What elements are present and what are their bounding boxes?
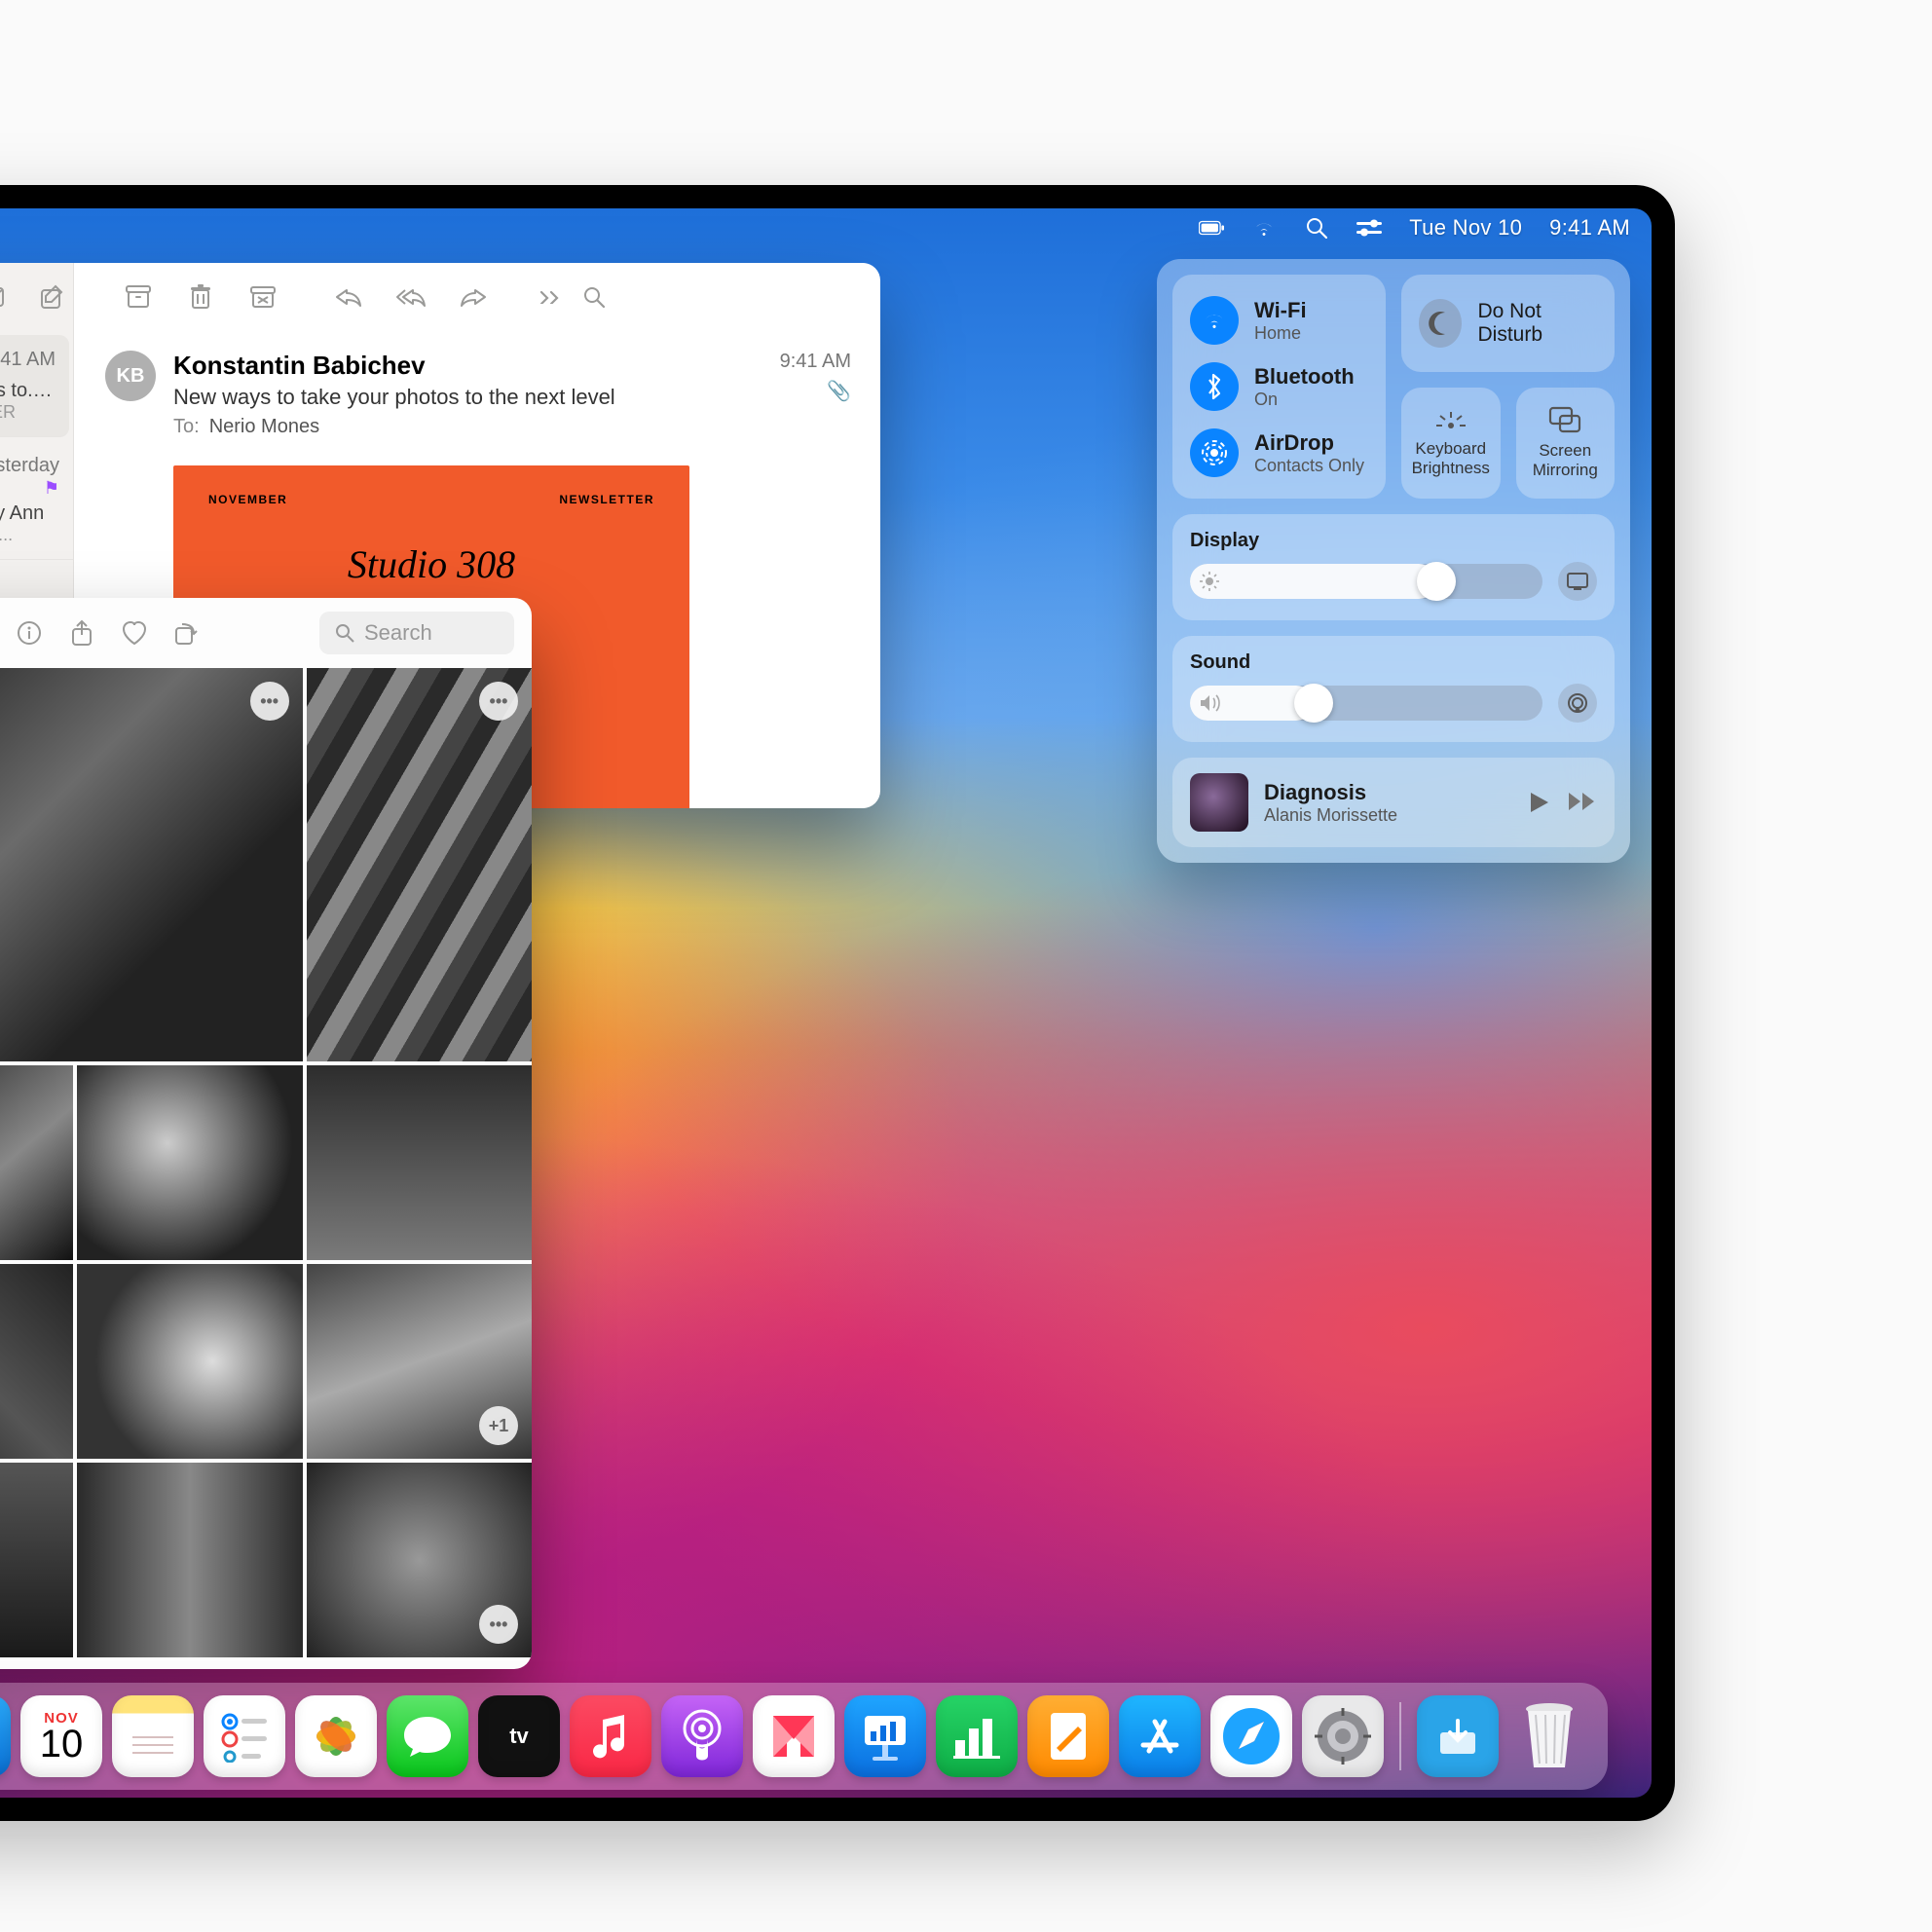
dock-app-appletv[interactable]: tv (478, 1695, 560, 1777)
photo-thumbnail[interactable] (0, 1065, 73, 1260)
photos-toolbar: Search (0, 598, 532, 668)
info-icon[interactable] (6, 610, 53, 656)
menubar-time[interactable]: 9:41 AM (1549, 215, 1630, 241)
display-slider[interactable] (1190, 564, 1542, 599)
message-time: 9:41 AM (780, 351, 851, 373)
to-name: Nerio Mones (209, 416, 319, 437)
inbox-icon[interactable] (0, 276, 12, 318)
dock-downloads[interactable] (1417, 1695, 1499, 1777)
dock-app-safari[interactable] (1210, 1695, 1292, 1777)
spotlight-icon[interactable] (1304, 215, 1329, 241)
dock-app-notes[interactable] (112, 1695, 194, 1777)
dock-app-photos[interactable] (295, 1695, 377, 1777)
from-name: Konstantin Babichev (173, 351, 615, 381)
newsletter-brand: Studio 308 (208, 541, 654, 587)
menubar-date[interactable]: Tue Nov 10 (1409, 215, 1522, 241)
dock-app-finder[interactable] (0, 1695, 11, 1777)
dock-app-appstore[interactable] (1119, 1695, 1201, 1777)
screen-mirroring-button[interactable]: Screen Mirroring (1516, 388, 1616, 499)
volume-icon (1200, 694, 1221, 712)
dock-separator (1399, 1702, 1401, 1770)
mail-header: KB Konstantin Babichev New ways to take … (105, 351, 849, 438)
sound-tile: Sound (1172, 636, 1615, 742)
photo-thumbnail[interactable] (77, 1065, 302, 1260)
dock-app-keynote[interactable] (844, 1695, 926, 1777)
compose-icon[interactable] (31, 276, 74, 318)
brightness-icon (1200, 572, 1219, 591)
photo-thumbnail[interactable] (307, 1065, 532, 1260)
device-frame: Tue Nov 10 9:41 AM (0, 185, 1675, 1821)
dnd-toggle[interactable]: Do Not Disturb (1401, 275, 1615, 372)
menubar: Tue Nov 10 9:41 AM (0, 208, 1652, 247)
control-center-icon[interactable] (1356, 215, 1382, 241)
dock-app-numbers[interactable] (936, 1695, 1018, 1777)
display-tile: Display (1172, 514, 1615, 620)
search-placeholder: Search (364, 620, 432, 646)
photo-thumbnail[interactable] (0, 1463, 73, 1657)
next-track-icon[interactable] (1568, 791, 1597, 814)
dock-app-messages[interactable] (387, 1695, 468, 1777)
photo-thumbnail[interactable] (77, 1264, 302, 1459)
airplay-audio-icon[interactable] (1558, 684, 1597, 723)
keyboard-brightness-button[interactable]: Keyboard Brightness (1401, 388, 1501, 499)
bluetooth-icon (1190, 362, 1239, 411)
more-options-icon[interactable]: ••• (479, 1605, 518, 1644)
dock-app-music[interactable] (570, 1695, 651, 1777)
photo-thumbnail[interactable]: ••• (0, 668, 303, 1061)
connectivity-tile: Wi-FiHome BluetoothOn AirDropContacts On… (1172, 275, 1386, 499)
keyboard-brightness-icon (1434, 408, 1468, 431)
track-artist: Alanis Morissette (1264, 805, 1397, 826)
sender-avatar[interactable]: KB (105, 351, 156, 401)
photo-thumbnail[interactable] (0, 1264, 73, 1459)
dock[interactable]: NOV 10 tv (0, 1683, 1608, 1790)
battery-icon[interactable] (1199, 215, 1224, 241)
photos-grid: ••• ••• +1 ••• (0, 668, 532, 1657)
dock-app-calendar[interactable]: NOV 10 (20, 1695, 102, 1777)
moon-icon (1419, 299, 1462, 348)
subject-line: New ways to take your photos to the next… (173, 385, 615, 410)
control-center[interactable]: Wi-FiHome BluetoothOn AirDropContacts On… (1157, 259, 1630, 863)
photo-thumbnail[interactable]: ••• (307, 668, 532, 1061)
wifi-toggle[interactable]: Wi-FiHome (1190, 296, 1368, 345)
more-count-badge[interactable]: +1 (479, 1406, 518, 1445)
photo-thumbnail[interactable]: +1 (307, 1264, 532, 1459)
message-timestamp: 9:41 AM (0, 349, 56, 374)
small-controls-row: Keyboard Brightness Screen Mirroring (1401, 388, 1615, 499)
dock-app-podcasts[interactable] (661, 1695, 743, 1777)
dock-app-settings[interactable] (1302, 1695, 1384, 1777)
now-playing-tile[interactable]: Diagnosis Alanis Morissette (1172, 758, 1615, 847)
airdrop-icon (1190, 428, 1239, 477)
share-icon[interactable] (58, 610, 105, 656)
photos-window[interactable]: Search ••• ••• +1 (0, 598, 532, 1669)
flag-icon: ⚑ (0, 478, 59, 499)
display-options-icon[interactable] (1558, 562, 1597, 601)
play-icon[interactable] (1529, 791, 1550, 814)
more-options-icon[interactable]: ••• (250, 682, 289, 721)
dock-app-pages[interactable] (1027, 1695, 1109, 1777)
dock-app-news[interactable] (753, 1695, 835, 1777)
message-timestamp: Yesterday (0, 455, 59, 480)
dock-app-reminders[interactable] (204, 1695, 285, 1777)
photo-thumbnail[interactable] (77, 1463, 302, 1657)
rotate-icon[interactable] (164, 610, 210, 656)
message-row[interactable]: Babichev9:41 AM take your photos to... 📎… (0, 335, 69, 437)
search-input[interactable]: Search (319, 612, 514, 654)
attachment-icon: 📎 (780, 379, 851, 403)
airdrop-toggle[interactable]: AirDropContacts Only (1190, 428, 1368, 477)
more-options-icon[interactable]: ••• (479, 682, 518, 721)
screen-mirroring-icon (1548, 406, 1581, 433)
sound-slider[interactable] (1190, 686, 1542, 721)
wifi-icon[interactable] (1251, 215, 1277, 241)
message-row[interactable]: uangYesterday ⚑ r request to Mary Ann kn… (0, 441, 73, 560)
bluetooth-toggle[interactable]: BluetoothOn (1190, 362, 1368, 411)
wifi-icon (1190, 296, 1239, 345)
photo-thumbnail[interactable]: ••• (307, 1463, 532, 1657)
album-art (1190, 773, 1248, 832)
desktop[interactable]: Tue Nov 10 9:41 AM (0, 208, 1652, 1798)
dock-trash[interactable] (1508, 1695, 1590, 1777)
favorite-icon[interactable] (111, 610, 158, 656)
track-title: Diagnosis (1264, 780, 1397, 805)
